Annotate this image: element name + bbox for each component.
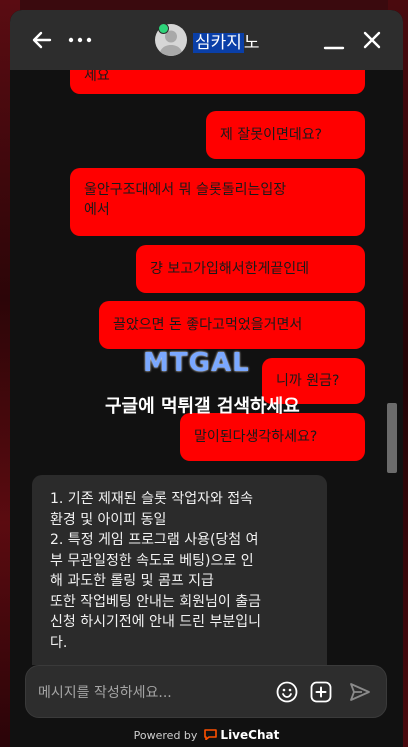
message-text: 제 잘못이면데요? (220, 127, 323, 143)
chat-window: 심카지 노 세요 제 잘못이면데요? 울안구조대에서 뭐 슬롯돌리는입장 에서 걍… (10, 10, 403, 747)
more-options-icon[interactable] (64, 24, 96, 56)
message-text: 세요 (84, 70, 110, 84)
chat-header: 심카지 노 (10, 10, 403, 70)
visitor-message: 세요 (70, 70, 365, 94)
livechat-brand: LiveChat (220, 728, 280, 742)
message-text: 에서 (84, 202, 110, 218)
watermark-text: 구글에 먹튀갤 검색하세요 (105, 396, 300, 417)
scrollbar-thumb[interactable] (387, 403, 397, 473)
message-line: 부 무관일정한 속도로 베팅)으로 인 (50, 552, 254, 569)
message-line: 다. (50, 634, 68, 651)
visitor-message: 제 잘못이면데요? (206, 111, 365, 159)
emoji-icon[interactable] (275, 680, 299, 704)
watermark-logo: MTGAL (143, 348, 250, 378)
message-line: 또한 작업베팅 안내는 회원님이 출금 (50, 593, 261, 610)
agent-title: 심카지 노 (155, 24, 260, 56)
powered-by-footer[interactable]: Powered by LiveChat (10, 728, 403, 747)
agent-name-highlight: 심카지 (193, 32, 244, 53)
visitor-message: 끌았으면 돈 좋다고먹었을거면서 (99, 301, 365, 349)
livechat-logo-icon (204, 729, 217, 741)
back-arrow-icon[interactable] (26, 24, 58, 56)
visitor-message: 울안구조대에서 뭐 슬롯돌리는입장 에서 (70, 168, 365, 236)
visitor-message: 말이된다생각하세요? (180, 413, 365, 461)
message-line: 환경 및 아이피 동일 (50, 511, 167, 528)
message-composer (25, 665, 387, 718)
message-line: 2. 특정 게임 프로그램 사용(당첨 여 (50, 532, 259, 548)
visitor-message: 걍 보고가입해서한게끝인데 (136, 245, 365, 293)
message-line: 신청 하시기전에 안내 드린 부분입니 (50, 614, 261, 630)
message-text: 말이된다생각하세요? (194, 429, 318, 445)
agent-message: 1. 기존 제재된 슬롯 작업자와 접속 환경 및 아이피 동일 2. 특정 게… (32, 475, 327, 665)
message-input[interactable] (36, 676, 270, 710)
close-icon[interactable] (356, 24, 388, 56)
online-status-dot (158, 23, 169, 34)
powered-by-text: Powered by (133, 729, 198, 742)
message-line: 해 과도한 롤링 및 콤프 지급 (50, 573, 214, 589)
attachment-plus-icon[interactable] (309, 680, 333, 704)
message-text: 울안구조대에서 뭐 슬롯돌리는입장 (84, 182, 287, 198)
watermark: MTGAL 구글에 먹튀갤 검색하세요 (105, 348, 335, 418)
minimize-icon[interactable] (318, 24, 350, 56)
agent-name: 심카지 노 (193, 28, 260, 53)
send-icon[interactable] (348, 680, 372, 704)
message-text: 끌았으면 돈 좋다고먹었을거면서 (113, 317, 303, 333)
agent-name-rest: 노 (243, 32, 260, 53)
message-text: 걍 보고가입해서한게끝인데 (150, 261, 310, 277)
message-line: 1. 기존 제재된 슬롯 작업자와 접속 (50, 491, 254, 507)
